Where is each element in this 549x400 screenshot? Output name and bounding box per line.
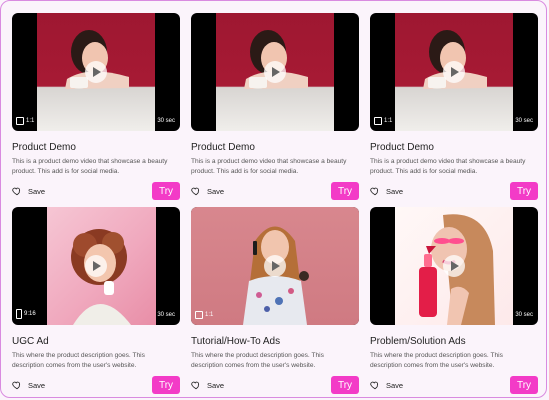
aspect-ratio-indicator: 1:1	[195, 311, 213, 319]
template-card[interactable]: 1:1 Tutorial/How-To Ads This where the p…	[191, 207, 359, 394]
card-actions: Save Try	[191, 182, 359, 200]
template-card[interactable]: 30 sec Problem/Solution Ads This where t…	[370, 207, 538, 394]
card-actions: Save Try	[370, 376, 538, 394]
save-label: Save	[207, 380, 225, 390]
duration-label: 30 sec	[515, 312, 533, 318]
aspect-ratio-icon	[195, 311, 203, 319]
aspect-ratio-icon	[16, 309, 22, 319]
template-gallery-panel: 1:1 30 sec Product Demo This is a produc…	[0, 0, 547, 398]
aspect-ratio-indicator: 1:1	[374, 117, 392, 125]
play-icon[interactable]	[85, 61, 107, 83]
template-card[interactable]: Product Demo This is a product demo vide…	[191, 13, 359, 200]
duration-label: 30 sec	[515, 118, 533, 124]
card-description: This where the product description goes.…	[12, 352, 145, 369]
video-thumbnail[interactable]: 9:16 30 sec	[12, 207, 180, 325]
card-title: Product Demo	[12, 142, 76, 153]
card-actions: Save Try	[370, 182, 538, 200]
play-icon[interactable]	[85, 255, 107, 277]
card-actions: Save Try	[12, 376, 180, 394]
card-description: This is a product demo video that showca…	[191, 158, 347, 175]
card-title: Product Demo	[370, 142, 434, 153]
aspect-ratio-label: 1:1	[205, 312, 214, 318]
card-title: Tutorial/How-To Ads	[191, 336, 281, 347]
video-thumbnail[interactable]: 1:1	[191, 207, 359, 325]
card-description: This where the product description goes.…	[191, 352, 324, 369]
try-button[interactable]: Try	[152, 376, 180, 394]
aspect-ratio-label: 1:1	[384, 118, 393, 124]
ad-template-grid: 1:1 30 sec Product Demo This is a produc…	[1, 1, 546, 397]
save-button[interactable]: Save	[12, 380, 45, 390]
try-button[interactable]: Try	[152, 182, 180, 200]
aspect-ratio-icon	[374, 117, 382, 125]
card-title: UGC Ad	[12, 336, 49, 347]
heart-icon	[370, 381, 379, 390]
aspect-ratio-icon	[16, 117, 24, 125]
aspect-ratio-indicator: 1:1	[16, 117, 34, 125]
try-button[interactable]: Try	[331, 182, 359, 200]
play-icon[interactable]	[264, 61, 286, 83]
video-thumbnail[interactable]: 1:1 30 sec	[12, 13, 180, 131]
save-button[interactable]: Save	[370, 186, 403, 196]
card-actions: Save Try	[191, 376, 359, 394]
save-button[interactable]: Save	[370, 380, 403, 390]
video-thumbnail[interactable]: 1:1 30 sec	[370, 13, 538, 131]
heart-icon	[12, 187, 21, 196]
heart-icon	[12, 381, 21, 390]
try-button[interactable]: Try	[510, 376, 538, 394]
heart-icon	[370, 187, 379, 196]
aspect-ratio-indicator: 9:16	[16, 309, 36, 319]
card-description: This is a product demo video that showca…	[12, 158, 168, 175]
play-icon[interactable]	[264, 255, 286, 277]
play-icon[interactable]	[443, 61, 465, 83]
card-title: Product Demo	[191, 142, 255, 153]
duration-label: 30 sec	[157, 118, 175, 124]
try-button[interactable]: Try	[331, 376, 359, 394]
template-card[interactable]: 9:16 30 sec UGC Ad This where the produc…	[12, 207, 180, 394]
duration-label: 30 sec	[157, 312, 175, 318]
heart-icon	[191, 187, 200, 196]
template-card[interactable]: 1:1 30 sec Product Demo This is a produc…	[370, 13, 538, 200]
save-button[interactable]: Save	[191, 380, 224, 390]
save-label: Save	[28, 186, 46, 196]
save-label: Save	[28, 380, 46, 390]
card-title: Problem/Solution Ads	[370, 336, 466, 347]
card-actions: Save Try	[12, 182, 180, 200]
save-label: Save	[207, 186, 225, 196]
card-description: This is a product demo video that showca…	[370, 158, 526, 175]
save-button[interactable]: Save	[191, 186, 224, 196]
try-button[interactable]: Try	[510, 182, 538, 200]
aspect-ratio-label: 9:16	[24, 311, 36, 317]
save-label: Save	[386, 186, 404, 196]
save-button[interactable]: Save	[12, 186, 45, 196]
card-description: This where the product description goes.…	[370, 352, 503, 369]
template-card[interactable]: 1:1 30 sec Product Demo This is a produc…	[12, 13, 180, 200]
aspect-ratio-label: 1:1	[26, 118, 35, 124]
play-icon[interactable]	[443, 255, 465, 277]
video-thumbnail[interactable]: 30 sec	[370, 207, 538, 325]
heart-icon	[191, 381, 200, 390]
save-label: Save	[386, 380, 404, 390]
video-thumbnail[interactable]	[191, 13, 359, 131]
